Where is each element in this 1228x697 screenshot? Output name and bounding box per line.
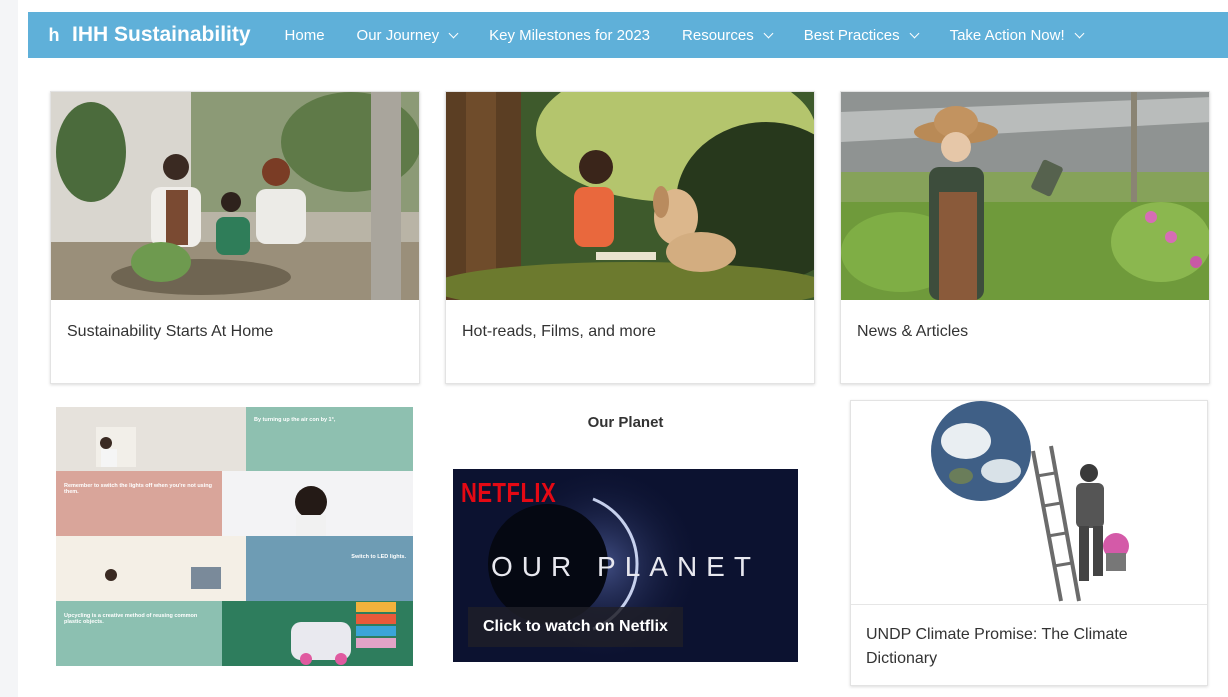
top-navbar: h IHH Sustainability Home Our Journey Ke… [28,12,1228,58]
card-hot-reads[interactable]: Hot-reads, Films, and more [445,91,815,384]
page: h IHH Sustainability Home Our Journey Ke… [18,0,1228,697]
card-sustainability-home[interactable]: Sustainability Starts At Home [50,91,420,384]
card-divider [851,604,1207,605]
chevron-down-icon [1074,28,1085,38]
energy-saving-tips-collage[interactable]: By turning up the air con by 1°, Remembe… [56,407,413,666]
earth-ladder-illustration [851,401,1207,604]
card-label: Sustainability Starts At Home [67,323,274,340]
nav-label: Key Milestones for 2023 [489,26,651,44]
watch-on-netflix-button[interactable]: Click to watch on Netflix [468,607,683,647]
nav-home[interactable]: Home [269,27,341,44]
card-label: Hot-reads, Films, and more [462,323,656,340]
family-gardening-photo [51,92,419,300]
card-label: News & Articles [857,323,969,340]
tip-lights: Remember to switch the lights off when y… [64,483,212,495]
nav-label: Best Practices [803,26,900,44]
tip-upcycling: Upcycling is a creative method of reusin… [64,613,198,625]
chevron-down-icon [909,28,920,38]
brand-title[interactable]: IHH Sustainability [72,23,251,47]
chevron-down-icon [763,28,774,38]
our-planet-heading: Our Planet [587,414,664,431]
our-planet-netflix-banner[interactable]: NETFLIX OUR PLANET Click to watch on Net… [453,469,798,662]
nav-best-practices[interactable]: Best Practices [788,27,934,44]
nav-resources[interactable]: Resources [666,27,788,44]
nav-label: Home [284,26,325,44]
nav-our-journey[interactable]: Our Journey [341,27,474,44]
site-logo-icon[interactable]: h [38,12,70,58]
tip-led: Switch to LED lights. [351,554,406,560]
our-planet-show-title: OUR PLANET [491,551,760,582]
card-undp-climate-dictionary[interactable]: UNDP Climate Promise: The Climate Dictio… [850,400,1208,686]
farmer-with-tablet-photo [841,92,1209,300]
tip-ac: By turning up the air con by 1°, [254,417,336,423]
nav-take-action[interactable]: Take Action Now! [934,27,1099,44]
card-news-articles[interactable]: News & Articles [840,91,1210,384]
nav-label: Our Journey [356,26,440,44]
netflix-logo: NETFLIX [461,477,557,509]
card-label: UNDP Climate Promise: The Climate Dictio… [866,626,1128,667]
nav-label: Take Action Now! [949,26,1065,44]
nav-key-milestones[interactable]: Key Milestones for 2023 [473,27,666,44]
nav-label: Resources [682,26,754,44]
chevron-down-icon [448,28,459,38]
child-reading-with-dog-photo [446,92,814,300]
